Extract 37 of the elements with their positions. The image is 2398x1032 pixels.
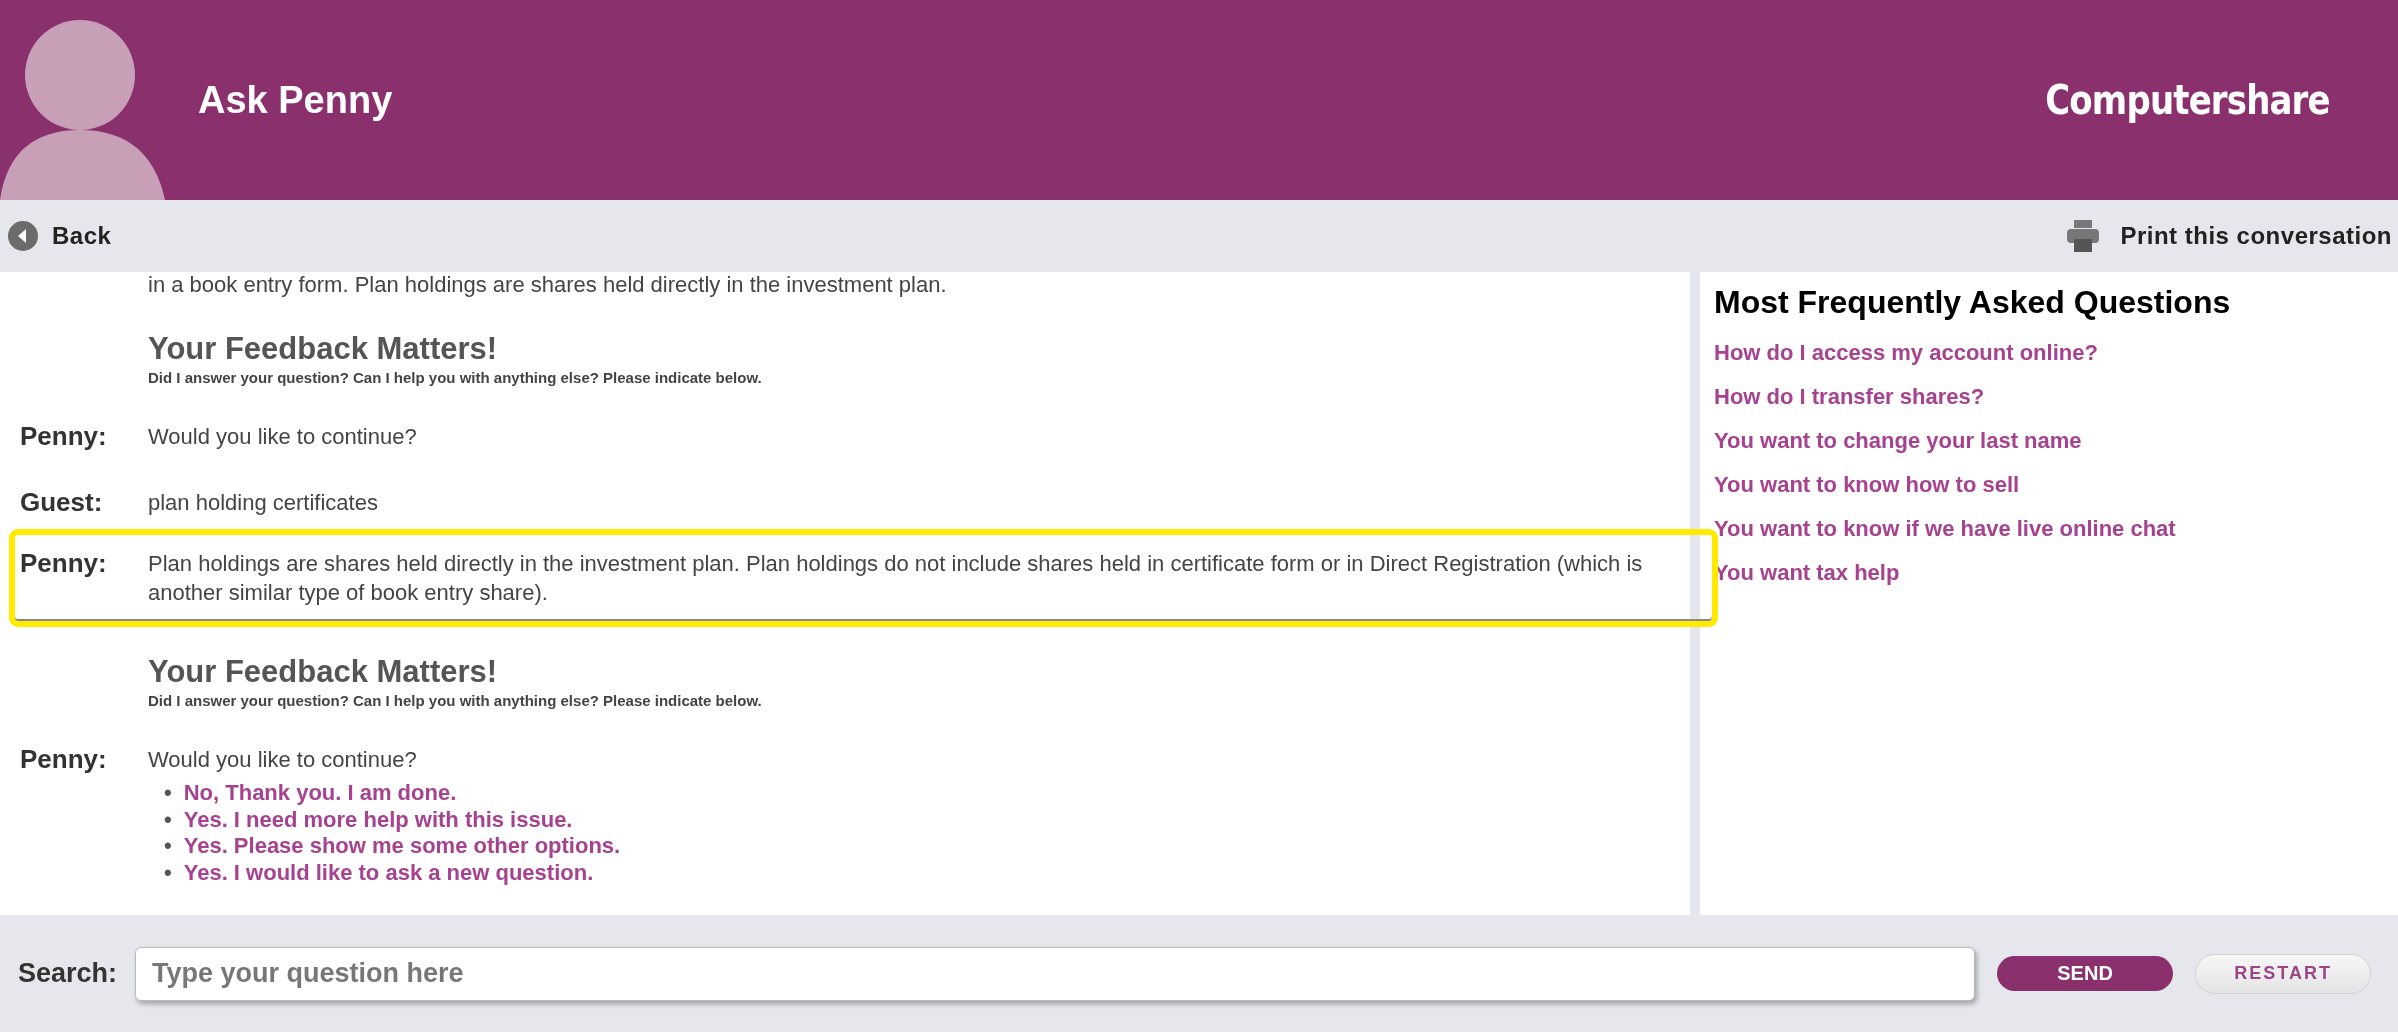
search-field[interactable]: Type your question here [135,946,1976,1001]
message-text: Would you like to continue? [148,423,418,452]
faq-link[interactable]: You want tax help [1714,551,2398,595]
print-button[interactable]: Print this conversation [2066,219,2392,253]
reply-option-link[interactable]: Yes. Please show me some other options. [183,833,621,861]
restart-button[interactable]: RESTART [2195,953,2372,994]
reply-option-link[interactable]: Yes. I need more help with this issue. [183,806,573,834]
back-button[interactable]: Back [8,221,112,251]
message-text: plan holding certificates [148,488,379,517]
reply-option-link[interactable]: Yes. I would like to ask a new question. [183,860,594,888]
bullet: • [164,860,172,888]
faq-heading: Most Frequently Asked Questions [1714,284,2232,321]
faq-link[interactable]: You want to change your last name [1714,419,2398,463]
speaker-label: Penny: [20,422,108,452]
feedback-prompt: Did I answer your question? Can I help you with anything else? Please indicate below. [148,369,763,387]
bullet: • [164,833,172,861]
faq-link[interactable]: How do I access my account online? [1714,331,2398,375]
speaker-label: Guest: [20,487,104,517]
send-button[interactable]: SEND [1997,956,2174,991]
search-label: Search: [18,958,118,989]
printer-icon [2066,219,2101,253]
bullet: • [164,779,172,807]
reply-option-link[interactable]: No, Thank you. I am done. [183,779,457,807]
message-text: Plan holdings are shares held directly in the investment plan. Plan holdings do not include shares held in certificate form or in Direct Registration (which is another similar type of book entry share). [148,549,1644,607]
message-text: Would you like to continue? [148,745,418,774]
feedback-heading: Your Feedback Matters! [148,332,499,367]
message-text: in a book entry form. Plan holdings are shares held directly in the investment plan. [148,272,948,299]
page-title: Ask Penny [198,78,393,122]
bullet: • [164,806,172,834]
faq-link[interactable]: You want to know if we have live online chat [1714,507,2398,551]
brand-logo: Computershare [2045,77,2330,123]
speaker-label: Penny: [20,744,108,776]
feedback-prompt: Did I answer your question? Can I help you with anything else? Please indicate below. [148,691,763,709]
faq-link[interactable]: How do I transfer shares? [1714,375,2398,419]
speaker-label: Penny: [20,548,108,580]
faq-link[interactable]: You want to know how to sell [1714,463,2398,507]
feedback-heading: Your Feedback Matters! [148,654,499,689]
